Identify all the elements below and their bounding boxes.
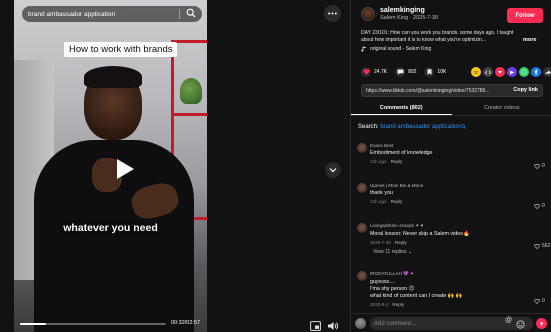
- heart-outline-icon: [534, 243, 540, 249]
- avatar[interactable]: [357, 271, 367, 281]
- search-suggestion-link[interactable]: brand ambassador application: [380, 124, 460, 130]
- like-count: 24.7K: [374, 69, 388, 75]
- reply-button[interactable]: Reply: [395, 240, 407, 245]
- comment-like-button[interactable]: 662: [534, 243, 551, 249]
- mention-icon[interactable]: @: [505, 317, 512, 324]
- send-to-friends-icon[interactable]: [507, 67, 517, 77]
- comment-text-line: I'ma shy person 😊: [370, 286, 415, 292]
- description-more-link[interactable]: more: [523, 37, 536, 43]
- heart-icon: [361, 67, 371, 77]
- video-progress-bar[interactable]: [20, 323, 166, 325]
- video-description: DAY 23/101: How can you work you brands.…: [361, 30, 514, 43]
- author-subtitle: Salem King · 2025-7-30: [380, 15, 439, 21]
- emoji-share-icon[interactable]: [471, 67, 481, 77]
- next-video-button[interactable]: [325, 162, 341, 178]
- comment-author[interactable]: Evans Best: [370, 143, 530, 148]
- comment-text-line: what kind of content can I create 🙌 🙌: [370, 293, 463, 299]
- video-link-field[interactable]: https://www.tiktok.com/@salemkinging/vid…: [361, 84, 543, 97]
- volume-icon: [328, 322, 339, 330]
- avatar[interactable]: [355, 318, 366, 329]
- save-count: 10K: [437, 69, 447, 75]
- comment-time: 2025-8-1: [370, 302, 389, 307]
- pip-icon: [310, 321, 321, 331]
- share-more-icon[interactable]: [543, 67, 551, 77]
- embed-icon[interactable]: [483, 67, 493, 77]
- whatsapp-icon[interactable]: [519, 67, 529, 77]
- author-header[interactable]: salemkinging Salem King · 2025-7-30: [361, 7, 438, 21]
- comment-like-count: 0: [542, 203, 545, 209]
- tab-comments[interactable]: Comments (802): [351, 102, 452, 115]
- video-frame[interactable]: How to work with brands whatever you nee…: [14, 0, 207, 332]
- heart-outline-icon: [534, 298, 540, 304]
- tab-creator-videos[interactable]: Creator videos: [452, 102, 551, 115]
- comment-like-button[interactable]: 0: [534, 298, 551, 304]
- details-panel: salemkinging Salem King · 2025-7-30 Foll…: [350, 0, 551, 332]
- video-pane: How to work with brands whatever you nee…: [0, 0, 350, 332]
- comment-time: 12h ago: [370, 199, 387, 204]
- picture-in-picture-button[interactable]: [310, 318, 321, 332]
- video-progress-fill: [20, 323, 47, 325]
- comment-like-button[interactable]: 0: [534, 163, 551, 169]
- avatar[interactable]: [357, 223, 367, 233]
- reply-button[interactable]: Reply: [391, 199, 403, 204]
- comment-count: 802: [408, 69, 417, 75]
- volume-button[interactable]: [327, 318, 339, 332]
- video-search-bar[interactable]: brand ambassador application: [22, 6, 202, 22]
- chevron-down-icon: [329, 168, 337, 173]
- search-icon[interactable]: [186, 8, 196, 20]
- avatar[interactable]: [357, 183, 367, 193]
- heart-outline-icon: [534, 163, 540, 169]
- comment-stat[interactable]: 802: [395, 67, 416, 77]
- comment-like-count: 662: [542, 243, 551, 249]
- comment-input-placeholder: Add comment...: [374, 320, 417, 327]
- more-options-button[interactable]: [324, 5, 341, 22]
- avatar[interactable]: [361, 7, 375, 21]
- comment-time: 2025-7-30: [370, 240, 391, 245]
- save-stat[interactable]: 10K: [424, 67, 446, 77]
- comment-text: Moral lesson: Never skip a Salem video🔥: [370, 231, 470, 237]
- heart-outline-icon: [534, 203, 540, 209]
- video-time: 00:32/02:57: [171, 320, 201, 326]
- avatar[interactable]: [357, 143, 367, 153]
- send-comment-button[interactable]: [536, 318, 547, 329]
- comment-author[interactable]: Upmes | Mom Bis & Mons: [370, 183, 530, 188]
- reply-button[interactable]: Reply: [391, 159, 403, 164]
- search-icon: [461, 124, 466, 129]
- reply-button[interactable]: Reply: [392, 302, 404, 307]
- copy-link-button[interactable]: Copy link: [513, 87, 538, 93]
- arrow-up-icon: [539, 321, 544, 326]
- music-note-icon: [361, 46, 366, 52]
- like-stat[interactable]: 24.7K: [361, 67, 387, 77]
- engagement-stats: 24.7K 802 10K: [361, 67, 450, 77]
- share-icons: [471, 67, 551, 77]
- comment-text: thank you: [370, 190, 393, 196]
- comment-like-count: 0: [542, 298, 545, 304]
- comment-text: guyssss....: [370, 279, 396, 285]
- comment-composer: Add comment... @: [351, 313, 551, 332]
- facebook-icon[interactable]: [531, 67, 541, 77]
- video-search-text: brand ambassador application: [28, 10, 116, 18]
- follow-button[interactable]: Follow: [507, 8, 543, 23]
- sound-link[interactable]: original sound - Salem King: [361, 46, 431, 52]
- emoji-icon[interactable]: [516, 316, 525, 332]
- bookmark-icon: [424, 67, 435, 77]
- comment-bubble-icon: [395, 67, 406, 77]
- view-replies-button[interactable]: View 11 replies ⌄: [373, 249, 530, 255]
- panel-tabs: Comments (802) Creator videos: [351, 102, 551, 116]
- video-overlay-title: How to work with brands: [64, 42, 178, 57]
- repost-icon[interactable]: [495, 67, 505, 77]
- comment-like-button[interactable]: 0: [534, 203, 551, 209]
- comment-author[interactable]: LivingwithIdo~Joseph ✦ ♥: [370, 223, 530, 229]
- sound-name: original sound - Salem King: [370, 46, 432, 52]
- video-link-text: https://www.tiktok.com/@salemkinging/vid…: [366, 87, 490, 94]
- comment-search-suggestion[interactable]: Search: brand ambassador application: [358, 124, 466, 130]
- more-dots-icon: [328, 12, 337, 15]
- comment-author[interactable]: IRODATULLAH 💜 ✦: [370, 271, 530, 277]
- play-icon[interactable]: [115, 158, 135, 185]
- author-username[interactable]: salemkinging: [380, 7, 438, 14]
- video-caption: whatever you need: [63, 222, 158, 234]
- comment-time: 12h ago: [370, 159, 387, 164]
- comment-text: Embodiment of knowledge: [370, 150, 433, 156]
- comment-like-count: 0: [542, 163, 545, 169]
